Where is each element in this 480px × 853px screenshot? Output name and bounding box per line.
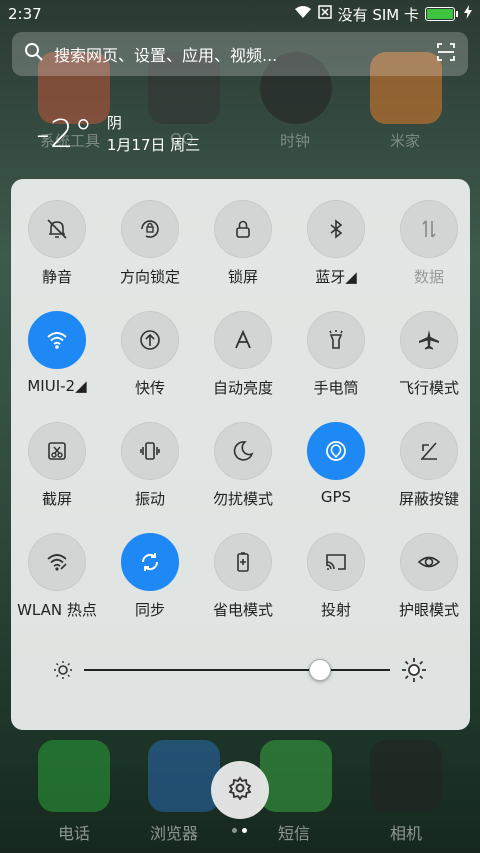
- scan-icon[interactable]: [436, 42, 456, 66]
- tile-battery-saver[interactable]: 省电模式: [197, 533, 289, 620]
- tile-label: 护眼模式: [398, 601, 459, 619]
- tile-label: 投射: [320, 601, 351, 619]
- tile-eye-care[interactable]: 护眼模式: [383, 533, 475, 620]
- tile-hotspot[interactable]: WLAN 热点: [11, 533, 103, 620]
- tile-rotation-lock[interactable]: 方向锁定: [104, 200, 196, 287]
- dock-label-browser: 浏览器: [150, 824, 199, 843]
- data-icon: [400, 200, 458, 258]
- tile-label: 振动: [134, 490, 165, 508]
- tile-label: 勿扰模式: [212, 490, 273, 508]
- tile-sync[interactable]: 同步: [104, 533, 196, 620]
- brightness-low-icon: [52, 659, 74, 685]
- tile-label: 数据: [413, 268, 444, 286]
- bell-off-icon: [28, 200, 86, 258]
- search-placeholder: 搜索网页、设置、应用、视频...: [54, 46, 278, 65]
- tile-label: WLAN 热点: [17, 601, 97, 619]
- gps-icon: [307, 422, 365, 480]
- tile-label: 省电模式: [212, 601, 273, 619]
- tile-label: 蓝牙◢: [315, 268, 357, 286]
- cast-icon: [307, 533, 365, 591]
- tile-cast[interactable]: 投射: [290, 533, 382, 620]
- tile-label: GPS: [320, 488, 352, 506]
- tile-label: 锁屏: [227, 268, 258, 286]
- bg-dock-phone: [38, 740, 110, 812]
- tile-vibrate[interactable]: 振动: [104, 422, 196, 509]
- tile-label: MIUI-2◢: [27, 377, 87, 395]
- tile-label: 快传: [134, 379, 165, 397]
- dock-label-phone: 电话: [58, 824, 91, 843]
- tile-auto-brightness[interactable]: 自动亮度: [197, 311, 289, 398]
- flashlight-icon: [307, 311, 365, 369]
- tile-quick-transfer[interactable]: 快传: [104, 311, 196, 398]
- dock-label-sms: 短信: [278, 824, 311, 843]
- tile-label: 同步: [134, 601, 165, 619]
- search-icon: [24, 42, 44, 66]
- weather-widget[interactable]: -2° 阴 1月17日 周三: [36, 112, 200, 156]
- eye-icon: [400, 533, 458, 591]
- brightness-thumb[interactable]: [308, 659, 331, 681]
- screenshot-icon: [28, 422, 86, 480]
- tile-gps[interactable]: GPS: [290, 422, 382, 506]
- search-bar[interactable]: 搜索网页、设置、应用、视频...: [12, 32, 468, 76]
- brightness-slider[interactable]: [40, 655, 440, 685]
- vibrate-icon: [121, 422, 179, 480]
- sync-icon: [121, 533, 179, 591]
- status-time: 2:37: [8, 5, 42, 23]
- block-keys-icon: [400, 422, 458, 480]
- brightness-track[interactable]: [84, 669, 390, 671]
- page-dot-active: [242, 828, 247, 833]
- tile-bluetooth[interactable]: 蓝牙◢: [290, 200, 382, 287]
- weather-temp: -2°: [36, 112, 93, 156]
- hotspot-icon: [28, 533, 86, 591]
- wifi-icon: [28, 311, 86, 369]
- airplane-icon: [400, 311, 458, 369]
- tile-lock-screen[interactable]: 锁屏: [197, 200, 289, 287]
- tile-dnd[interactable]: 勿扰模式: [197, 422, 289, 509]
- tile-label: 方向锁定: [119, 268, 180, 286]
- sim-text: 没有 SIM 卡: [337, 5, 419, 24]
- tile-airplane[interactable]: 飞行模式: [383, 311, 475, 398]
- tile-label: 手电筒: [313, 379, 359, 397]
- tile-screenshot[interactable]: 截屏: [11, 422, 103, 509]
- bg-dock-camera: [370, 740, 442, 812]
- dock-label-camera: 相机: [390, 824, 423, 843]
- gear-icon: [228, 776, 252, 804]
- tile-flashlight[interactable]: 手电筒: [290, 311, 382, 398]
- rotation-lock-icon: [121, 200, 179, 258]
- brightness-high-icon: [400, 656, 428, 688]
- wifi-icon: [294, 5, 312, 23]
- bluetooth-icon: [307, 200, 365, 258]
- quick-transfer-icon: [121, 311, 179, 369]
- tile-label: 屏蔽按键: [398, 490, 459, 508]
- battery-saver-icon: [214, 533, 272, 591]
- bg-label-4: 米家: [390, 132, 421, 150]
- status-bar: 2:37 没有 SIM 卡: [0, 0, 480, 28]
- bg-label-3: 时钟: [280, 132, 311, 150]
- bg-dock-browser: [148, 740, 220, 812]
- page-dot: [232, 828, 237, 833]
- moon-icon: [214, 422, 272, 480]
- page-indicator: [232, 828, 247, 833]
- tile-label: 自动亮度: [212, 379, 273, 397]
- settings-button[interactable]: [211, 761, 269, 819]
- tile-label: 静音: [41, 268, 72, 286]
- tile-data[interactable]: 数据: [383, 200, 475, 287]
- tile-label: 截屏: [41, 490, 72, 508]
- tile-mute[interactable]: 静音: [11, 200, 103, 287]
- charging-icon: [464, 5, 472, 23]
- tile-block-keys[interactable]: 屏蔽按键: [383, 422, 475, 509]
- battery-icon: [425, 7, 458, 21]
- auto-brightness-icon: [214, 311, 272, 369]
- weather-condition: 阴: [106, 114, 122, 132]
- tile-label: 飞行模式: [398, 379, 459, 397]
- weather-date: 1月17日 周三: [106, 136, 201, 154]
- tile-wifi[interactable]: MIUI-2◢: [11, 311, 103, 395]
- bg-dock-sms: [260, 740, 332, 812]
- sim-icon: [317, 5, 332, 23]
- lock-icon: [214, 200, 272, 258]
